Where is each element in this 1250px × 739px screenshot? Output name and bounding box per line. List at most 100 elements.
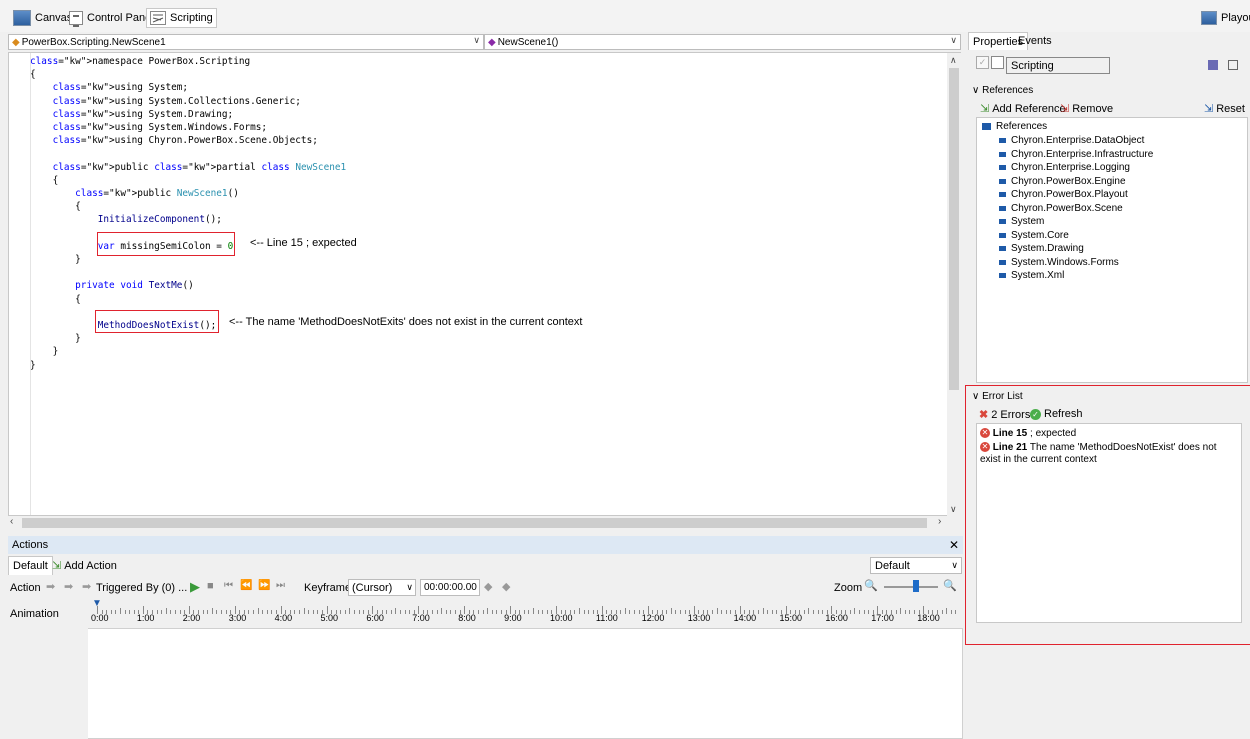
class-icon: ◆: [12, 36, 20, 48]
tab-default[interactable]: Default: [8, 556, 53, 575]
code-line[interactable]: }: [30, 359, 36, 372]
timeline-minor-tick: [574, 610, 576, 614]
code-line[interactable]: InitializeComponent();: [30, 213, 222, 226]
tab-events[interactable]: Events: [1014, 32, 1056, 50]
scroll-up-icon[interactable]: ∧: [950, 55, 957, 66]
reference-item[interactable]: Chyron.PowerBox.Scene: [999, 203, 1123, 214]
reference-item[interactable]: Chyron.Enterprise.Infrastructure: [999, 149, 1153, 160]
timeline-minor-tick: [161, 610, 163, 614]
error-item[interactable]: ✕ Line 21 The name 'MethodDoesNotExist' …: [980, 442, 1238, 466]
code-line[interactable]: class="kw">using System;: [30, 81, 188, 94]
triggered-by-button[interactable]: Triggered By (0) ...: [96, 582, 187, 594]
reference-item[interactable]: System.Core: [999, 230, 1069, 241]
timeline-minor-tick: [175, 610, 177, 614]
code-line[interactable]: }: [30, 332, 81, 345]
scroll-right-icon[interactable]: ›: [938, 516, 941, 527]
reference-item[interactable]: Chyron.Enterprise.DataObject: [999, 135, 1144, 146]
timeline-label: 8:00: [458, 613, 476, 623]
code-line[interactable]: class="kw">public NewScene1(): [30, 187, 239, 200]
prev-frame-icon[interactable]: ⏪: [240, 580, 252, 591]
preset-select[interactable]: Default ∨: [870, 557, 962, 574]
code-line[interactable]: class="kw">using System.Collections.Gene…: [30, 95, 301, 108]
keyframe-select[interactable]: (Cursor) ∨: [348, 579, 416, 596]
assembly-icon: [999, 219, 1006, 224]
code-line[interactable]: {: [30, 68, 36, 81]
tab-scripting[interactable]: Scripting: [146, 8, 217, 28]
timeline-minor-tick: [129, 610, 131, 614]
close-icon[interactable]: ✕: [949, 538, 959, 552]
annotation-line21: <-- The name 'MethodDoesNotExits' does n…: [229, 316, 583, 328]
timeline-label: 3:00: [228, 613, 247, 623]
vertical-scroll-thumb[interactable]: [949, 68, 959, 390]
timeline-minor-tick: [537, 610, 539, 614]
time-input[interactable]: 00:00:00.00: [420, 579, 480, 596]
refresh-button[interactable]: ✓ Refresh: [1030, 408, 1083, 420]
code-line[interactable]: class="kw">using System.Windows.Forms;: [30, 121, 268, 134]
add-reference-icon: ⇲: [980, 103, 990, 115]
scroll-left-icon[interactable]: ‹: [10, 516, 13, 527]
categorize-icon[interactable]: [1208, 60, 1218, 70]
error-list-header[interactable]: ∨ Error List: [972, 391, 1023, 402]
scroll-down-icon[interactable]: ∨: [950, 504, 957, 515]
error-item[interactable]: ✕ Line 15 ; expected: [980, 428, 1238, 439]
sort-icon[interactable]: [1228, 60, 1238, 70]
last-frame-icon[interactable]: ⏭: [276, 580, 285, 591]
code-line[interactable]: private void TextMe(): [30, 279, 194, 292]
code-line[interactable]: {: [30, 293, 81, 306]
first-frame-icon[interactable]: ⏮: [224, 580, 233, 591]
reference-item[interactable]: System.Xml: [999, 270, 1064, 281]
assembly-icon: [999, 259, 1006, 265]
add-reference-button[interactable]: ⇲ Add Reference: [980, 102, 1066, 116]
code-line[interactable]: class="kw">namespace PowerBox.Scripting: [30, 55, 250, 68]
member-selector[interactable]: ◆ NewScene1() ∨: [484, 34, 961, 50]
action-prev-icon[interactable]: ➡: [46, 580, 55, 593]
action-next-icon[interactable]: ➡: [64, 580, 73, 593]
reference-item[interactable]: Chyron.PowerBox.Engine: [999, 176, 1126, 187]
name-field[interactable]: Scripting: [1006, 57, 1110, 74]
reference-item[interactable]: System: [999, 216, 1044, 227]
stop-icon[interactable]: ■: [207, 580, 214, 592]
reference-item[interactable]: System.Drawing: [999, 243, 1084, 254]
errors-count-button[interactable]: ✖ 2 Errors: [979, 408, 1030, 422]
next-frame-icon[interactable]: ⏩: [258, 580, 270, 591]
code-line[interactable]: }: [30, 345, 59, 358]
code-line[interactable]: class="kw">using Chyron.PowerBox.Scene.O…: [30, 134, 318, 147]
code-line[interactable]: class="kw">public class="kw">partial cla…: [30, 161, 347, 174]
timeline-minor-tick: [914, 610, 916, 614]
zoom-out-icon[interactable]: 🔍: [864, 579, 878, 592]
horizontal-scroll-thumb[interactable]: [22, 518, 927, 528]
chevron-down-icon: ∨: [406, 582, 413, 592]
references-section-header[interactable]: ∨ References: [972, 85, 1033, 96]
zoom-in-icon[interactable]: 🔍: [943, 579, 957, 592]
timeline-label: 15:00: [779, 613, 803, 623]
remove-reference-button[interactable]: ⇲ Remove: [1060, 102, 1113, 116]
collapse-icon: ∨: [972, 85, 980, 96]
timeline-minor-tick: [211, 608, 213, 614]
timeline-area[interactable]: [8, 628, 963, 739]
playout-button[interactable]: Playout: [1198, 8, 1250, 28]
code-line[interactable]: class="kw">using System.Drawing;: [30, 108, 234, 121]
timeline-minor-tick: [675, 610, 677, 614]
reference-item[interactable]: Chyron.PowerBox.Playout: [999, 189, 1128, 200]
timeline-minor-tick: [762, 608, 764, 614]
reset-button[interactable]: ⇲ Reset: [1204, 102, 1245, 116]
add-action-button[interactable]: ⇲ Add Action: [52, 559, 117, 573]
timeline-minor-tick: [684, 610, 686, 614]
code-line[interactable]: }: [30, 253, 81, 266]
timeline-minor-tick: [533, 608, 535, 614]
timeline-minor-tick: [124, 610, 126, 614]
zoom-slider[interactable]: [884, 586, 938, 588]
keyframe-next-icon[interactable]: ◆: [502, 580, 510, 593]
keyframe-prev-icon[interactable]: ◆: [484, 580, 492, 593]
play-icon[interactable]: ▶: [190, 579, 200, 595]
zoom-slider-thumb[interactable]: [913, 580, 919, 592]
tab-control-panel[interactable]: Control Panel: [66, 8, 157, 28]
code-line[interactable]: {: [30, 200, 81, 213]
enabled-checkbox[interactable]: ✓: [976, 56, 989, 69]
code-line[interactable]: {: [30, 174, 59, 187]
reference-item[interactable]: Chyron.Enterprise.Logging: [999, 162, 1130, 173]
reference-item[interactable]: System.Windows.Forms: [999, 257, 1119, 268]
class-selector[interactable]: ◆ PowerBox.Scripting.NewScene1 ∨: [8, 34, 484, 50]
references-root[interactable]: References: [982, 121, 1047, 132]
timeline-minor-tick: [358, 610, 360, 614]
